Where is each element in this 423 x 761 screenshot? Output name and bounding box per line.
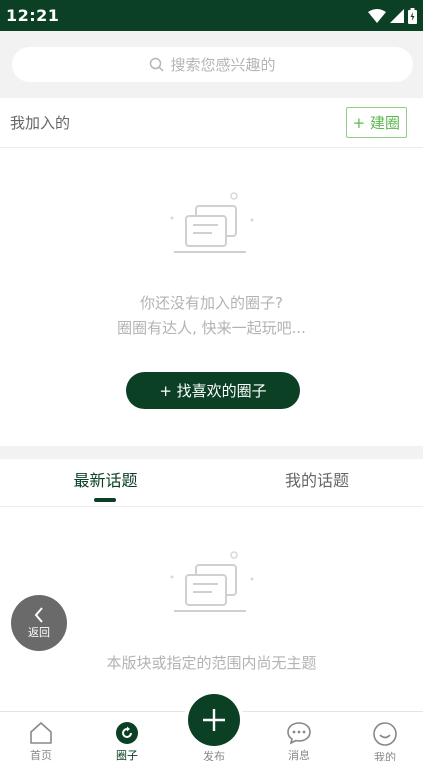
my-circles-header: 我加入的 + 建圈 (0, 98, 423, 148)
nav-label: 首页 (30, 749, 52, 761)
tab-label: 我的话题 (284, 471, 349, 490)
nav-label: 消息 (288, 749, 310, 761)
nav-circles[interactable]: 圈子 (87, 712, 167, 761)
nav-profile[interactable]: 我的 (345, 712, 423, 761)
wifi-icon (368, 8, 386, 23)
find-circles-button[interactable]: + 找喜欢的圈子 (126, 372, 300, 409)
my-circles-section: 我加入的 + 建圈 你还没有加入的圈子? 圈圈有达人, 快来一起玩吧... + … (0, 98, 423, 446)
empty-message-line1: 你还没有加入的圈子? (140, 294, 283, 312)
topics-empty-message: 本版块或指定的范围内尚无主题 (106, 654, 317, 672)
smile-icon (373, 722, 397, 746)
plus-icon (203, 709, 225, 731)
tab-my-topics[interactable]: 我的话题 (211, 459, 423, 506)
empty-topics-icon (170, 551, 254, 612)
create-circle-button[interactable]: + 建圈 (345, 107, 407, 138)
search-area: 搜索您感兴趣的 (0, 31, 423, 98)
search-placeholder: 搜索您感兴趣的 (170, 56, 276, 74)
nav-home[interactable]: 首页 (1, 712, 81, 761)
battery-icon (408, 7, 417, 24)
system-icons (368, 7, 417, 24)
home-icon (30, 722, 52, 744)
circle-refresh-icon (116, 722, 138, 744)
nav-label: 我的 (374, 751, 396, 761)
nav-messages[interactable]: 消息 (259, 712, 339, 761)
topic-tabs: 最新话题 我的话题 (0, 459, 423, 507)
chevron-left-icon (34, 607, 43, 623)
empty-chat-icon (170, 192, 254, 253)
search-icon (150, 57, 165, 72)
publish-label: 发布 (203, 750, 225, 761)
search-input[interactable]: 搜索您感兴趣的 (12, 47, 413, 82)
chat-icon (287, 722, 311, 745)
my-circles-title: 我加入的 (10, 114, 71, 132)
active-tab-indicator (94, 498, 116, 502)
nav-label: 圈子 (116, 749, 138, 761)
status-time: 12:21 (6, 6, 60, 25)
empty-message-line2: 圈圈有达人, 快来一起玩吧... (117, 319, 306, 337)
back-label: 返回 (28, 626, 50, 639)
publish-button[interactable] (188, 694, 240, 746)
topics-section: 最新话题 我的话题 本版块或指定的范围内尚无主题 (0, 459, 423, 711)
tab-label: 最新话题 (73, 471, 138, 490)
tab-latest-topics[interactable]: 最新话题 (0, 459, 211, 506)
status-bar: 12:21 (0, 0, 423, 31)
signal-icon (390, 8, 404, 23)
back-button[interactable]: 返回 (11, 595, 67, 651)
